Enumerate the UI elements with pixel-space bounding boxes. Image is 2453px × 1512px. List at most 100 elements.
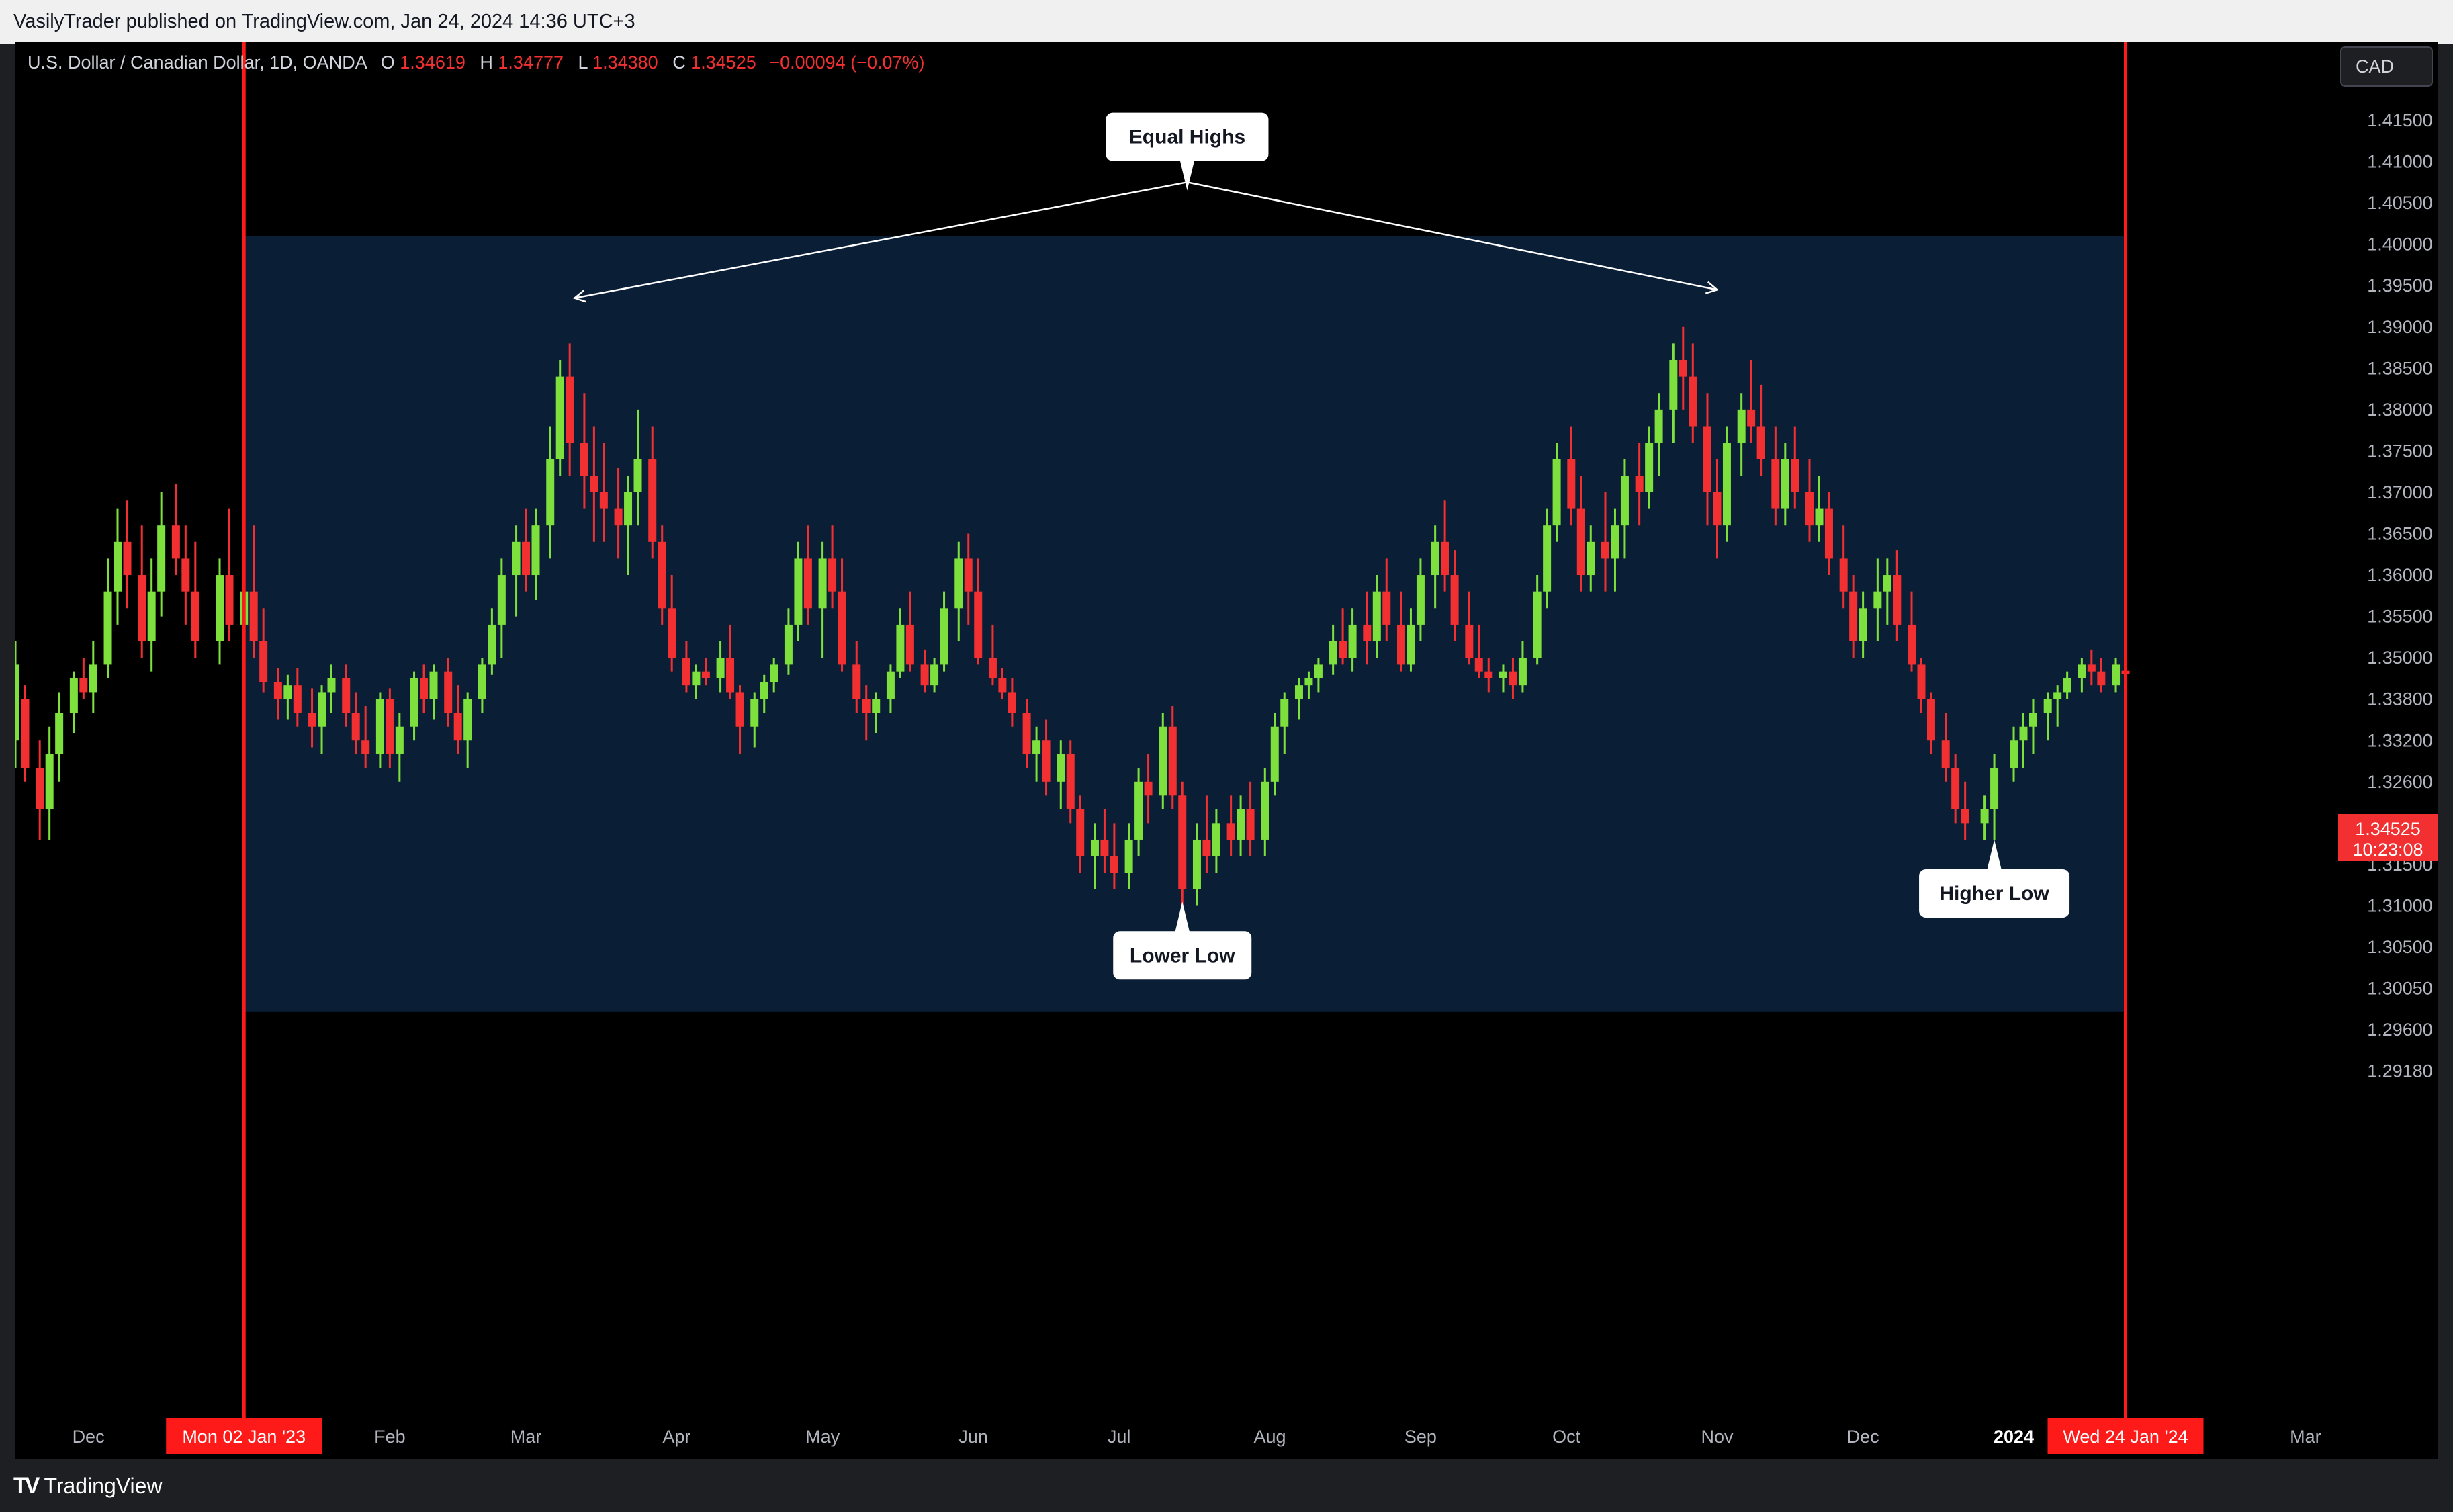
candle-body — [2010, 740, 2018, 768]
x-tick-label: 2024 — [1994, 1427, 2034, 1447]
candle-body — [420, 678, 429, 699]
candle-body — [1576, 508, 1585, 576]
candle — [216, 558, 224, 665]
candle-body — [171, 525, 180, 559]
candle-body — [1980, 809, 1989, 824]
candle-body — [648, 459, 657, 542]
candle-body — [1620, 476, 1629, 526]
candle-body — [940, 608, 948, 665]
y-tick-label: 1.29600 — [2367, 1020, 2433, 1040]
tradingview-logo[interactable]: TV TradingView — [13, 1471, 163, 1501]
candle-body — [2028, 713, 2037, 727]
x-tick-label: Oct — [1552, 1427, 1581, 1447]
y-tick-label: 1.41500 — [2367, 110, 2433, 130]
candle-body — [2063, 678, 2071, 693]
candle-body — [1722, 443, 1731, 526]
y-tick-label: 1.39000 — [2367, 317, 2433, 337]
candle — [1178, 781, 1187, 906]
candle-body — [1294, 685, 1303, 699]
candle-body — [1756, 426, 1765, 459]
callout-label: Equal Highs — [1129, 126, 1245, 148]
candle — [89, 641, 97, 713]
y-tick-label: 1.33800 — [2367, 689, 2433, 709]
candle-body — [283, 685, 292, 699]
candle-body — [1951, 768, 1960, 809]
candle-body — [954, 558, 963, 609]
candle-body — [308, 713, 316, 727]
candle-body — [1261, 781, 1269, 840]
candle-body — [1737, 409, 1746, 443]
candle-body — [1791, 459, 1799, 492]
y-tick-label: 1.37500 — [2367, 441, 2433, 461]
candle-body — [862, 699, 871, 713]
candle-body — [1226, 823, 1235, 840]
candle-body — [1441, 541, 1450, 576]
chart-area[interactable]: Mon 02 Jan '23 Wed 24 Jan '24 Equal Highs… — [15, 42, 2438, 1459]
candle-body — [191, 591, 199, 641]
candle-body — [905, 624, 914, 665]
candle-body — [784, 624, 793, 665]
candle-body — [750, 699, 759, 727]
y-tick-label: 1.37000 — [2367, 482, 2433, 502]
open-label: O — [381, 52, 395, 73]
candle-body — [55, 713, 64, 754]
candle-body — [488, 624, 496, 665]
x-tick-label: Dec — [73, 1427, 105, 1447]
candle-body — [920, 664, 929, 686]
candle-body — [1329, 641, 1337, 665]
candle-body — [1567, 459, 1576, 509]
candle-body — [668, 608, 676, 658]
y-tick-label: 1.31000 — [2367, 895, 2433, 916]
candle-body — [1533, 591, 1542, 658]
candle-body — [770, 664, 778, 682]
candle-body — [342, 678, 351, 713]
y-tick-label: 1.33200 — [2367, 730, 2433, 750]
candle-body — [1348, 624, 1357, 658]
candle-body — [614, 508, 623, 526]
candle-body — [1805, 492, 1814, 526]
candle — [138, 525, 146, 658]
candle-body — [1431, 541, 1439, 576]
y-tick-label: 1.30050 — [2367, 979, 2433, 999]
candle-body — [1314, 664, 1323, 678]
close-value: 1.34525 — [690, 52, 756, 73]
candle-body — [1363, 624, 1372, 641]
currency-button[interactable]: CAD — [2340, 46, 2433, 87]
candle-body — [1713, 492, 1722, 526]
candle-body — [1144, 781, 1153, 796]
candle-body — [1192, 839, 1201, 889]
candle-body — [1781, 459, 1789, 509]
candle-body — [1654, 409, 1663, 443]
candle-body — [478, 664, 486, 699]
candle — [225, 508, 234, 641]
candle-body — [555, 376, 564, 459]
candle-body — [1407, 624, 1415, 665]
candle-body — [1212, 823, 1220, 856]
candle-body — [1908, 624, 1916, 665]
y-tick-label: 1.35000 — [2367, 648, 2433, 668]
bar-countdown: 10:23:08 — [2352, 840, 2423, 860]
high-label: H — [480, 52, 493, 73]
candle-body — [123, 541, 132, 576]
candle-body — [1824, 508, 1833, 559]
candle-body — [1396, 624, 1405, 665]
candle-body — [225, 575, 234, 625]
candle-body — [273, 682, 282, 699]
candle-body — [546, 459, 555, 526]
candle-body — [1022, 713, 1031, 754]
candle-body — [89, 664, 97, 693]
chart-canvas[interactable]: Mon 02 Jan '23 Wed 24 Jan '24 Equal Highs… — [15, 42, 2438, 1459]
x-tick-label: May — [805, 1427, 840, 1447]
candle — [69, 671, 78, 733]
candle-body — [1416, 575, 1425, 625]
candle-body — [988, 658, 997, 678]
callout-label: Higher Low — [1939, 883, 2049, 905]
candle-body — [838, 591, 846, 665]
candle-body — [1168, 726, 1177, 796]
candle-body — [1032, 740, 1041, 754]
publish-header: VasilyTrader published on TradingView.co… — [0, 0, 2453, 44]
candle-body — [872, 699, 881, 713]
candle-body — [566, 376, 574, 443]
candle-body — [410, 678, 418, 727]
candle — [1722, 426, 1731, 542]
